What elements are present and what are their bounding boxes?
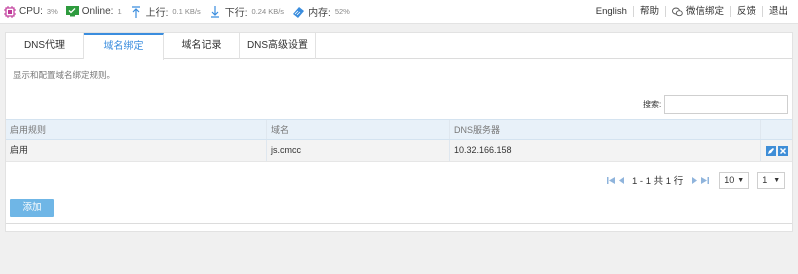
table-row[interactable]: 启用 js.cmcc 10.32.166.158: [6, 140, 792, 162]
column-header-domain[interactable]: 域名: [267, 120, 450, 139]
upload-label: 上行:: [145, 8, 169, 19]
search-label: 搜索:: [643, 100, 662, 109]
online-stat: Online: 1: [65, 5, 122, 18]
column-header-enabled[interactable]: 启用规则: [6, 120, 267, 139]
wechat-icon: [672, 6, 683, 17]
cpu-value: 3%: [46, 7, 58, 16]
system-stats: CPU: 3% Online: 1 上行: 0.1 KB/s 下行: 0.24 …: [0, 0, 358, 24]
chevron-down-icon: ▼: [773, 176, 781, 184]
page-size-value: 10: [724, 175, 735, 185]
search-input[interactable]: [664, 95, 788, 114]
english-link[interactable]: English: [590, 6, 633, 17]
domain-binding-table: 启用规则 域名 DNS服务器 启用 js.cmcc 10.32.166.158: [6, 119, 792, 162]
tab-dns-proxy[interactable]: DNS代理: [6, 33, 84, 59]
logout-link[interactable]: 退出: [761, 6, 794, 17]
pagination-info: 1 - 1 共 1 行: [632, 176, 684, 187]
edit-icon[interactable]: [766, 145, 776, 156]
status-bar: CPU: 3% Online: 1 上行: 0.1 KB/s 下行: 0.24 …: [0, 0, 798, 24]
memory-value: 52%: [334, 7, 350, 16]
memory-icon: [292, 5, 305, 18]
cell-domain: js.cmcc: [267, 140, 450, 161]
upload-stat: 上行: 0.1 KB/s: [130, 4, 201, 19]
cell-dns-server: 10.32.166.158: [450, 140, 761, 161]
column-header-actions: [761, 120, 792, 139]
tab-bar: DNS代理 域名绑定 域名记录 DNS高级设置: [6, 33, 792, 60]
column-header-dns-server[interactable]: DNS服务器: [450, 120, 761, 139]
row-actions: [765, 140, 792, 161]
feedback-link[interactable]: 反馈: [729, 6, 762, 17]
upload-value: 0.1 KB/s: [172, 7, 201, 16]
memory-label: 内存:: [308, 8, 331, 19]
wechat-bind-label: 微信绑定: [685, 6, 724, 17]
chevron-down-icon: ▼: [737, 176, 745, 184]
download-arrow-icon: [209, 5, 222, 18]
delete-icon[interactable]: [778, 145, 788, 156]
header-links: English 帮助 微信绑定 反馈 退出: [590, 0, 798, 24]
table-header: 启用规则 域名 DNS服务器: [6, 119, 792, 140]
download-value: 0.24 KB/s: [251, 7, 285, 16]
page-size-select[interactable]: 10 ▼: [719, 171, 750, 189]
cell-enabled: 启用: [6, 140, 267, 161]
tab-domain-records[interactable]: 域名记录: [164, 33, 240, 59]
page-number-select[interactable]: 1 ▼: [757, 171, 786, 189]
help-link[interactable]: 帮助: [632, 6, 665, 17]
add-button[interactable]: 添加: [10, 199, 54, 217]
page-description: 显示和配置域名绑定规则。: [13, 70, 116, 80]
tab-domain-binding[interactable]: 域名绑定: [84, 33, 164, 60]
download-label: 下行:: [224, 8, 248, 19]
domain-binding-panel: DNS代理 域名绑定 域名记录 DNS高级设置 显示和配置域名绑定规则。 搜索:…: [5, 32, 793, 232]
next-page-icon[interactable]: [689, 174, 699, 186]
wechat-bind-link[interactable]: 微信绑定: [664, 6, 730, 17]
download-stat: 下行: 0.24 KB/s: [209, 4, 284, 19]
memory-stat: 内存: 52%: [292, 4, 350, 19]
upload-arrow-icon: [130, 5, 143, 18]
cpu-stat: CPU: 3%: [3, 5, 58, 18]
divider: [6, 223, 792, 224]
first-page-icon[interactable]: [606, 174, 616, 186]
cpu-label: CPU:: [19, 6, 43, 17]
prev-page-icon[interactable]: [616, 174, 626, 186]
pagination: 1 - 1 共 1 行 10 ▼ 1 ▼: [606, 171, 786, 189]
page-number-value: 1: [762, 175, 768, 185]
online-value: 1: [117, 7, 122, 16]
cell-actions: [761, 140, 792, 161]
online-label: Online:: [81, 6, 114, 17]
tab-dns-advanced[interactable]: DNS高级设置: [240, 33, 316, 59]
last-page-icon[interactable]: [699, 174, 709, 186]
cpu-icon: [3, 5, 16, 18]
monitor-icon: [65, 5, 79, 18]
